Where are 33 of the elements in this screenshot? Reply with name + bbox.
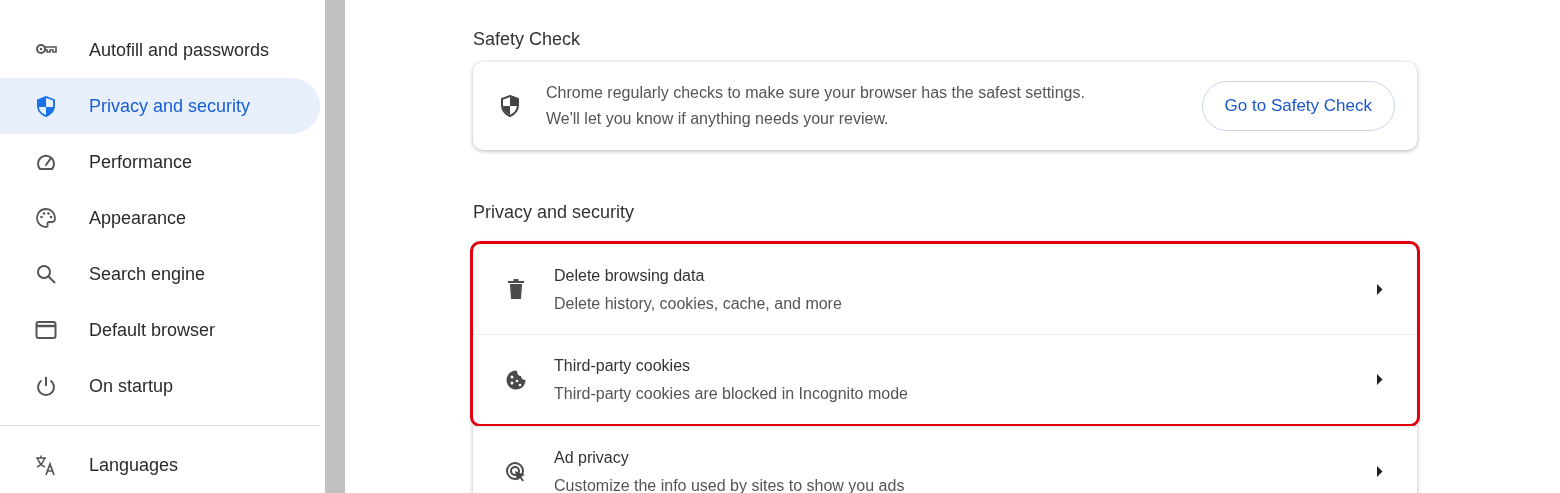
sidebar-item[interactable]: Appearance bbox=[0, 190, 320, 246]
cursor-target-icon bbox=[505, 460, 527, 483]
shield-icon bbox=[500, 95, 520, 117]
section-heading: Safety Check bbox=[473, 28, 582, 48]
description-text: We'll let you know if anything needs your review. bbox=[546, 109, 890, 129]
cookie-icon bbox=[505, 368, 527, 391]
sidebar-item[interactable]: Default browser bbox=[0, 302, 320, 358]
sidebar-item[interactable]: Autofill and passwords bbox=[0, 22, 320, 78]
sidebar-item[interactable]: On startup bbox=[0, 358, 320, 414]
arrow-right-icon bbox=[1376, 374, 1383, 385]
description-text: Chrome regularly checks to make sure your browser has the safest settings. bbox=[546, 83, 1085, 103]
arrow-right-icon bbox=[1376, 466, 1383, 477]
sidebar-item[interactable]: Privacy and security bbox=[0, 78, 320, 134]
sidebar-item[interactable]: Languages bbox=[0, 437, 320, 493]
arrow-right-icon bbox=[1376, 283, 1383, 295]
scrollbar[interactable] bbox=[325, 0, 345, 493]
row-subtitle: Third-party cookies are blocked in Incognito mode bbox=[554, 384, 908, 403]
row-title: Delete browsing data bbox=[554, 265, 706, 285]
search-icon bbox=[35, 263, 57, 285]
palette-icon bbox=[35, 207, 57, 229]
row-title: Third-party cookies bbox=[554, 356, 692, 375]
power-icon bbox=[35, 375, 57, 397]
row-title: Ad privacy bbox=[554, 448, 630, 467]
section-heading: Privacy and security bbox=[473, 201, 636, 221]
trash-icon bbox=[505, 278, 527, 300]
shield-icon bbox=[35, 95, 57, 117]
row-subtitle: Delete history, cookies, cache, and more bbox=[554, 293, 842, 313]
settings-row[interactable]: Delete browsing data Delete history, cookies, cache, and more bbox=[473, 244, 1417, 334]
window-icon bbox=[35, 319, 57, 341]
translate-icon bbox=[35, 454, 57, 476]
sidebar-item[interactable]: Search engine bbox=[0, 246, 320, 302]
sidebar-item[interactable]: Performance bbox=[0, 134, 320, 190]
settings-row[interactable]: Third-party cookies Third-party cookies are blocked in Incognito mode bbox=[473, 334, 1417, 424]
